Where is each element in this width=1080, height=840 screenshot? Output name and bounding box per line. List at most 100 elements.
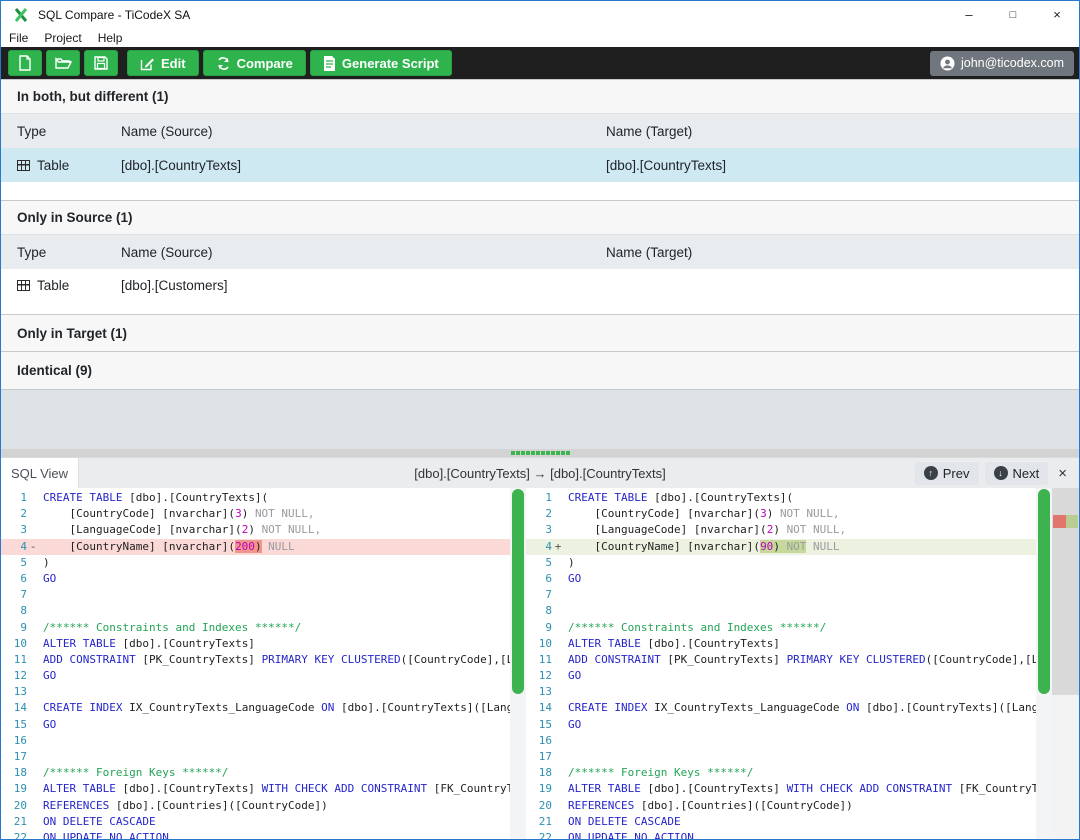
generate-script-icon	[323, 56, 336, 71]
tab-sql-view[interactable]: SQL View	[1, 458, 79, 488]
section-only-in-target[interactable]: Only in Target (1)	[1, 314, 1079, 351]
compare-icon	[216, 56, 231, 71]
toolbar: Edit Compare Generate Script	[1, 47, 1079, 79]
code-line: 11ADD CONSTRAINT [PK_CountryTexts] PRIMA…	[526, 652, 1036, 668]
column-name-target: Name (Target)	[606, 245, 1079, 260]
open-folder-icon	[55, 56, 72, 70]
table-row[interactable]: Table [dbo].[Customers]	[1, 269, 1079, 302]
close-sql-view-button[interactable]: ×	[1054, 465, 1071, 482]
code-line: 9/****** Constraints and Indexes ******/	[526, 620, 1036, 636]
code-line: 22ON UPDATE NO ACTION	[526, 830, 1036, 839]
edit-icon	[140, 56, 155, 71]
code-line: 18/****** Foreign Keys ******/	[526, 765, 1036, 781]
code-line: 17	[1, 749, 510, 765]
code-line: 10ALTER TABLE [dbo].[CountryTexts]	[1, 636, 510, 652]
column-name-source: Name (Source)	[121, 245, 606, 260]
table-row[interactable]: Table [dbo].[CountryTexts] [dbo].[Countr…	[1, 148, 1079, 182]
column-type: Type	[17, 124, 121, 139]
maximize-button[interactable]: □	[991, 1, 1035, 28]
row-source-name: [dbo].[Customers]	[121, 278, 606, 293]
code-line: 11ADD CONSTRAINT [PK_CountryTexts] PRIMA…	[1, 652, 510, 668]
row-type: Table	[37, 278, 69, 293]
code-line: 5)	[526, 555, 1036, 571]
section-in-both-different[interactable]: In both, but different (1)	[1, 79, 1079, 113]
source-scrollbar[interactable]	[510, 488, 526, 839]
next-label: Next	[1013, 466, 1040, 481]
code-line: 10ALTER TABLE [dbo].[CountryTexts]	[526, 636, 1036, 652]
code-line: 12GO	[1, 668, 510, 684]
code-line: 15GO	[1, 717, 510, 733]
table-icon	[17, 280, 30, 291]
column-name-source: Name (Source)	[121, 124, 606, 139]
circle-arrow-down-icon: ↓	[994, 466, 1008, 480]
code-line: 17	[526, 749, 1036, 765]
scrollbar-thumb[interactable]	[512, 489, 524, 694]
code-line: 3 [LanguageCode] [nvarchar](2) NOT NULL,	[1, 522, 510, 538]
code-line: 6GO	[526, 571, 1036, 587]
column-name-target: Name (Target)	[606, 124, 1079, 139]
window-title: SQL Compare - TiCodeX SA	[38, 8, 190, 22]
code-line: 12GO	[526, 668, 1036, 684]
row-target-name: [dbo].[CountryTexts]	[606, 158, 1079, 173]
row-source-name: [dbo].[CountryTexts]	[121, 158, 606, 173]
user-email: john@ticodex.com	[961, 56, 1064, 70]
sql-pane-target[interactable]: 1CREATE TABLE [dbo].[CountryTexts](2 [Co…	[526, 488, 1036, 839]
sql-diff-area: 1CREATE TABLE [dbo].[CountryTexts]( 2 [Co…	[1, 488, 1079, 839]
code-line: 19ALTER TABLE [dbo].[CountryTexts] WITH …	[526, 781, 1036, 797]
edit-button-label: Edit	[161, 56, 186, 71]
generate-script-button[interactable]: Generate Script	[310, 50, 452, 76]
diff-overview-bar	[1052, 488, 1079, 839]
new-file-icon	[18, 55, 32, 71]
code-line: 19ALTER TABLE [dbo].[CountryTexts] WITH …	[1, 781, 510, 797]
code-line: 20REFERENCES [dbo].[Countries]([CountryC…	[1, 798, 510, 814]
scrollbar-thumb[interactable]	[1038, 489, 1050, 694]
user-account-button[interactable]: john@ticodex.com	[930, 51, 1074, 76]
code-line: 2 [CountryCode] [nvarchar](3) NOT NULL,	[1, 506, 510, 522]
code-line: 21ON DELETE CASCADE	[526, 814, 1036, 830]
code-line: 22ON UPDATE NO ACTION	[1, 830, 510, 839]
column-header-row: Type Name (Source) Name (Target)	[1, 234, 1079, 269]
app-logo-icon	[13, 7, 29, 23]
menu-file[interactable]: File	[9, 31, 28, 45]
code-line: 18/****** Foreign Keys ******/	[1, 765, 510, 781]
open-project-button[interactable]	[46, 50, 80, 76]
diff-overview-removed-mark	[1053, 515, 1066, 528]
results-empty-area	[1, 389, 1079, 449]
menu-help[interactable]: Help	[98, 31, 123, 45]
target-scrollbar[interactable]	[1036, 488, 1052, 839]
new-project-button[interactable]	[8, 50, 42, 76]
compare-button-label: Compare	[237, 56, 293, 71]
section-identical[interactable]: Identical (9)	[1, 351, 1079, 389]
sql-pane-source[interactable]: 1CREATE TABLE [dbo].[CountryTexts](2 [Co…	[1, 488, 510, 839]
code-line: 15GO	[526, 717, 1036, 733]
code-line: 16	[1, 733, 510, 749]
row-type: Table	[37, 158, 69, 173]
pane-splitter[interactable]	[1, 449, 1079, 457]
save-project-button[interactable]	[84, 50, 118, 76]
code-line: 8	[1, 603, 510, 619]
code-line: 3 [LanguageCode] [nvarchar](2) NOT NULL,	[526, 522, 1036, 538]
save-icon	[94, 56, 108, 70]
menu-bar: File Project Help	[1, 28, 1079, 47]
diff-overview-added-mark	[1066, 515, 1078, 528]
next-diff-button[interactable]: ↓ Next	[985, 462, 1049, 485]
compare-button[interactable]: Compare	[203, 50, 306, 76]
code-line: 14CREATE INDEX IX_CountryTexts_LanguageC…	[1, 700, 510, 716]
prev-diff-button[interactable]: ↑ Prev	[915, 462, 979, 485]
table-icon	[17, 160, 30, 171]
code-line: 7	[526, 587, 1036, 603]
code-line: 9/****** Constraints and Indexes ******/	[1, 620, 510, 636]
user-icon	[940, 56, 955, 71]
code-line: 13	[1, 684, 510, 700]
code-line: 6GO	[1, 571, 510, 587]
splitter-grip-icon	[511, 451, 570, 455]
sql-view-header: SQL View [dbo].[CountryTexts] → [dbo].[C…	[1, 457, 1079, 488]
menu-project[interactable]: Project	[44, 31, 81, 45]
minimize-button[interactable]: –	[947, 1, 991, 28]
code-line: 4+ [CountryName] [nvarchar](90) NOT NULL	[526, 539, 1036, 555]
section-only-in-source[interactable]: Only in Source (1)	[1, 200, 1079, 234]
code-line: 1CREATE TABLE [dbo].[CountryTexts](	[526, 490, 1036, 506]
close-button[interactable]: ×	[1035, 1, 1079, 28]
code-line: 16	[526, 733, 1036, 749]
edit-button[interactable]: Edit	[127, 50, 199, 76]
